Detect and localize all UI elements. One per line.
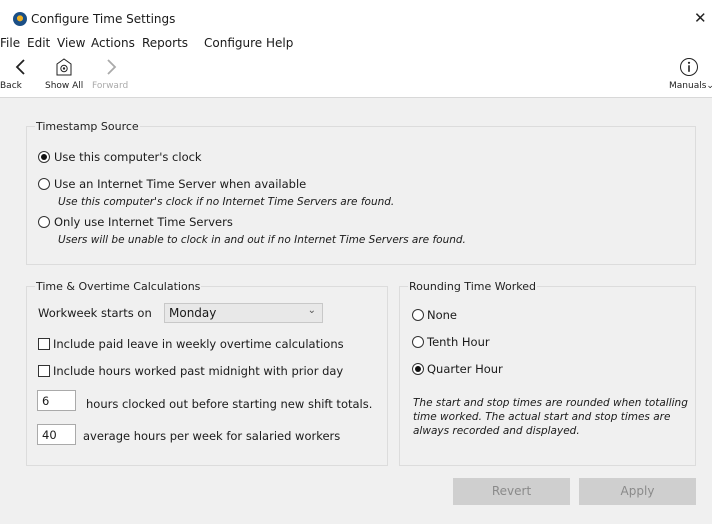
- menu-bar: File Edit View Actions Reports Configure…: [0, 33, 712, 53]
- rounding-title: Rounding Time Worked: [408, 280, 537, 293]
- radio-computer-clock[interactable]: [38, 151, 50, 163]
- overtime-title: Time & Overtime Calculations: [35, 280, 202, 293]
- back-label: Back: [0, 81, 22, 91]
- revert-button[interactable]: Revert: [453, 478, 570, 505]
- info-icon: [680, 58, 698, 76]
- rounding-note: The start and stop times are rounded whe…: [413, 397, 688, 437]
- radio-internet-when-available-label[interactable]: Use an Internet Time Server when availab…: [54, 177, 306, 191]
- manuals-label-text: Manuals: [669, 81, 707, 91]
- apply-button[interactable]: Apply: [579, 478, 696, 505]
- salaried-hours-input[interactable]: 40: [37, 424, 76, 445]
- menu-help[interactable]: Help: [266, 36, 293, 50]
- menu-file[interactable]: File: [0, 36, 20, 50]
- paid-leave-label[interactable]: Include paid leave in weekly overtime ca…: [53, 337, 344, 351]
- radio-computer-clock-label[interactable]: Use this computer's clock: [54, 150, 202, 164]
- only-internet-note: Users will be unable to clock in and out…: [58, 234, 466, 246]
- timestamp-source-title: Timestamp Source: [35, 120, 140, 133]
- radio-only-internet-label[interactable]: Only use Internet Time Servers: [54, 215, 233, 229]
- close-icon[interactable]: ✕: [694, 9, 707, 27]
- radio-round-quarter-label[interactable]: Quarter Hour: [427, 362, 503, 376]
- forward-label: Forward: [92, 81, 129, 91]
- menu-reports[interactable]: Reports: [142, 36, 188, 50]
- radio-internet-when-available[interactable]: [38, 178, 50, 190]
- toolbar: Back Show All Forward Manuals⌄: [0, 53, 712, 98]
- workweek-dropdown[interactable]: Monday ⌄: [164, 303, 323, 323]
- radio-round-tenth-label[interactable]: Tenth Hour: [427, 335, 490, 349]
- window-title: Configure Time Settings: [31, 12, 176, 26]
- app-logo-icon: [13, 12, 27, 26]
- internet-when-available-note: Use this computer's clock if no Internet…: [58, 196, 395, 208]
- show-all-icon: [56, 58, 72, 76]
- radio-round-tenth[interactable]: [412, 336, 424, 348]
- midnight-label[interactable]: Include hours worked past midnight with …: [53, 364, 343, 378]
- midnight-checkbox[interactable]: [38, 365, 50, 377]
- menu-view[interactable]: View: [57, 36, 85, 50]
- chevron-left-icon: [15, 59, 25, 75]
- menu-actions[interactable]: Actions: [91, 36, 135, 50]
- chevron-right-icon: [107, 59, 117, 75]
- radio-only-internet[interactable]: [38, 216, 50, 228]
- menu-edit[interactable]: Edit: [27, 36, 50, 50]
- shift-hours-label: hours clocked out before starting new sh…: [86, 397, 373, 411]
- workweek-value: Monday: [169, 306, 217, 320]
- radio-round-none[interactable]: [412, 309, 424, 321]
- title-bar: Configure Time Settings ✕: [0, 0, 712, 33]
- salaried-hours-label: average hours per week for salaried work…: [83, 429, 341, 443]
- show-all-label: Show All: [45, 81, 84, 91]
- manuals-label: Manuals⌄: [669, 81, 712, 91]
- shift-hours-input[interactable]: 6: [37, 390, 76, 411]
- radio-round-none-label[interactable]: None: [427, 308, 457, 322]
- chevron-down-icon: ⌄: [706, 81, 712, 91]
- workweek-label: Workweek starts on: [38, 306, 152, 320]
- paid-leave-checkbox[interactable]: [38, 338, 50, 350]
- menu-configure[interactable]: Configure: [204, 36, 262, 50]
- chevron-down-icon: ⌄: [307, 305, 316, 316]
- radio-round-quarter[interactable]: [412, 363, 424, 375]
